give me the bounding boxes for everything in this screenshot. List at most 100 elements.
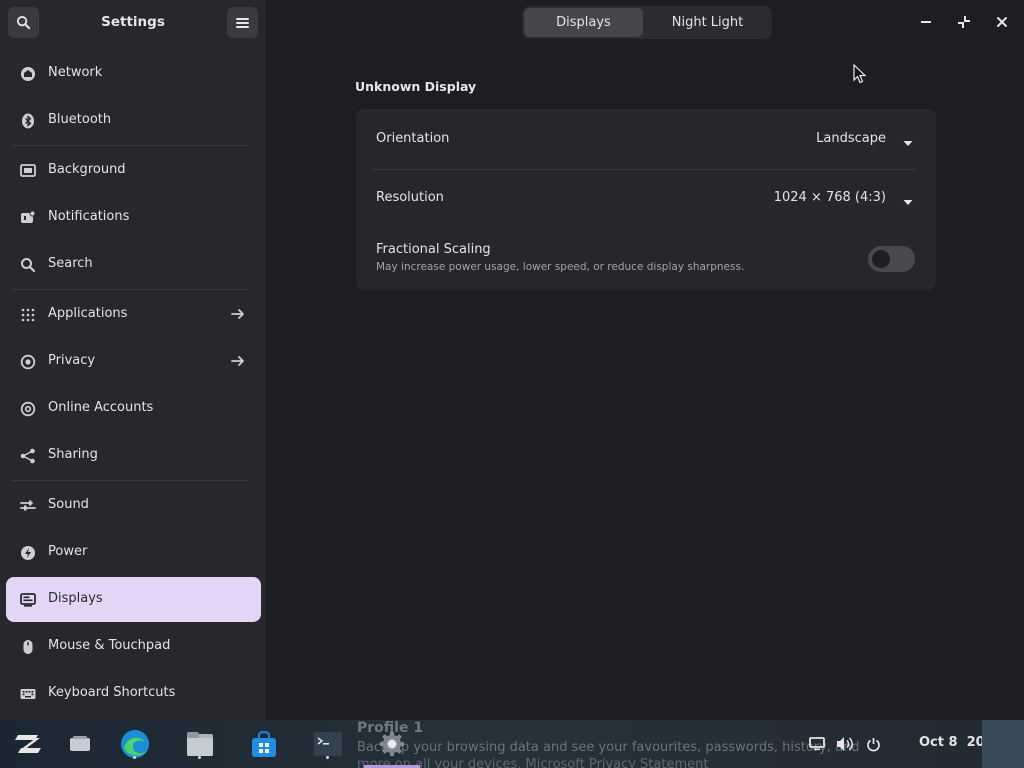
power-tray-button[interactable] <box>863 734 883 754</box>
toggle-knob <box>872 250 890 268</box>
search-icon <box>19 256 36 273</box>
sidebar-item-sound[interactable]: Sound <box>6 483 261 528</box>
taskbar-settings[interactable] <box>364 728 420 768</box>
displays-panel: Displays Night Light Unknown Display Ori… <box>267 0 1024 720</box>
taskbar-edge-browser[interactable] <box>119 728 151 760</box>
power-icon <box>19 544 36 561</box>
sidebar-item-label: Applications <box>48 306 128 321</box>
gear-icon <box>380 732 404 756</box>
sidebar-item-background[interactable]: Background <box>6 148 261 193</box>
sidebar-item-label: Search <box>48 256 93 271</box>
online-accounts-icon <box>19 400 36 417</box>
background-icon <box>19 162 36 179</box>
close-icon <box>997 17 1007 27</box>
network-icon <box>19 65 36 82</box>
orientation-label: Orientation <box>376 131 450 146</box>
sidebar-item-applications[interactable]: Applications <box>6 292 261 337</box>
zorin-logo-icon <box>15 735 41 753</box>
minimize-button[interactable] <box>915 11 937 33</box>
arrow-right-icon <box>230 353 247 370</box>
sound-icon <box>19 497 36 514</box>
sidebar-item-label: Network <box>48 65 103 80</box>
folder-icon <box>187 732 213 756</box>
display-settings-card: Orientation Landscape Resolution 1024 × … <box>356 109 936 290</box>
taskbar: Profile 1 Back up your browsing data and… <box>0 720 1024 768</box>
sidebar-item-label: Sharing <box>48 447 98 462</box>
hamburger-icon <box>236 17 249 28</box>
taskbar-windows-overview[interactable] <box>64 728 96 760</box>
taskbar-software-store[interactable] <box>248 728 280 760</box>
tab-displays[interactable]: Displays <box>524 8 643 37</box>
mouse-icon <box>19 638 36 655</box>
clock-date: Oct 8 <box>919 735 958 750</box>
display-section-title: Unknown Display <box>355 79 477 94</box>
sidebar-item-label: Privacy <box>48 353 96 368</box>
displays-icon <box>19 591 36 608</box>
fractional-scaling-label: Fractional Scaling <box>376 242 491 257</box>
running-indicator <box>133 756 136 759</box>
close-button[interactable] <box>991 11 1013 33</box>
display-tray-button[interactable] <box>807 734 827 754</box>
sidebar-item-bluetooth[interactable]: Bluetooth <box>6 98 261 143</box>
volume-icon <box>837 737 853 751</box>
show-desktop-button[interactable] <box>982 720 1024 768</box>
volume-tray-button[interactable] <box>835 734 855 754</box>
mouse-pointer-icon <box>853 64 867 84</box>
terminal-icon <box>314 732 342 756</box>
sidebar-item-displays[interactable]: Displays <box>6 577 261 622</box>
zorin-menu-button[interactable] <box>12 728 44 760</box>
sidebar-item-network[interactable]: Network <box>6 51 261 96</box>
sidebar-item-label: Online Accounts <box>48 400 154 415</box>
settings-sidebar: Settings Network Bluetooth Background No… <box>0 0 267 720</box>
main-menu-button[interactable] <box>227 7 258 38</box>
resolution-row[interactable]: Resolution 1024 × 768 (4:3) <box>356 170 936 228</box>
privacy-icon <box>19 353 36 370</box>
sidebar-item-online-accounts[interactable]: Online Accounts <box>6 386 261 431</box>
chevron-down-icon <box>902 134 914 146</box>
orientation-value: Landscape <box>816 131 886 146</box>
sidebar-item-keyboard-shortcuts[interactable]: Keyboard Shortcuts <box>6 671 261 716</box>
tab-night-light[interactable]: Night Light <box>645 8 770 37</box>
restore-icon <box>958 16 970 28</box>
sidebar-item-label: Mouse & Touchpad <box>48 638 171 653</box>
minimize-icon <box>921 21 931 23</box>
view-switcher: Displays Night Light <box>522 6 772 39</box>
sidebar-item-sharing[interactable]: Sharing <box>6 433 261 478</box>
sidebar-divider <box>12 289 248 290</box>
resolution-label: Resolution <box>376 190 444 205</box>
restore-button[interactable] <box>953 11 975 33</box>
applications-icon <box>19 306 36 323</box>
taskbar-files[interactable] <box>184 728 216 760</box>
background-window-text: Back up your browsing data and see your … <box>357 740 860 755</box>
store-bag-icon <box>252 730 276 757</box>
sidebar-item-notifications[interactable]: Notifications <box>6 195 261 240</box>
keyboard-icon <box>19 685 36 702</box>
sidebar-item-label: Background <box>48 162 126 177</box>
sidebar-item-label: Sound <box>48 497 89 512</box>
taskbar-terminal[interactable] <box>312 728 344 760</box>
sidebar-item-label: Notifications <box>48 209 130 224</box>
sidebar-item-mouse-touchpad[interactable]: Mouse & Touchpad <box>6 624 261 669</box>
chevron-down-icon <box>902 193 914 205</box>
notifications-icon <box>19 209 36 226</box>
overview-icon <box>70 736 90 751</box>
sidebar-item-label: Bluetooth <box>48 112 112 127</box>
sidebar-item-label: Keyboard Shortcuts <box>48 685 176 700</box>
sharing-icon <box>19 447 36 464</box>
power-icon <box>866 737 880 751</box>
fractional-scaling-description: May increase power usage, lower speed, o… <box>376 261 745 273</box>
sidebar-item-label: Displays <box>48 591 103 606</box>
sidebar-divider <box>12 145 248 146</box>
running-indicator <box>198 756 201 759</box>
sidebar-item-search[interactable]: Search <box>6 242 261 287</box>
arrow-right-icon <box>230 306 247 323</box>
sidebar-item-privacy[interactable]: Privacy <box>6 339 261 384</box>
sidebar-divider <box>12 480 248 481</box>
orientation-row[interactable]: Orientation Landscape <box>356 109 936 169</box>
sidebar-item-power[interactable]: Power <box>6 530 261 575</box>
sidebar-item-label: Power <box>48 544 88 559</box>
sidebar-header: Settings <box>0 0 266 45</box>
display-tray-icon <box>809 737 825 751</box>
fractional-scaling-toggle[interactable] <box>868 246 915 272</box>
bluetooth-icon <box>19 112 36 129</box>
